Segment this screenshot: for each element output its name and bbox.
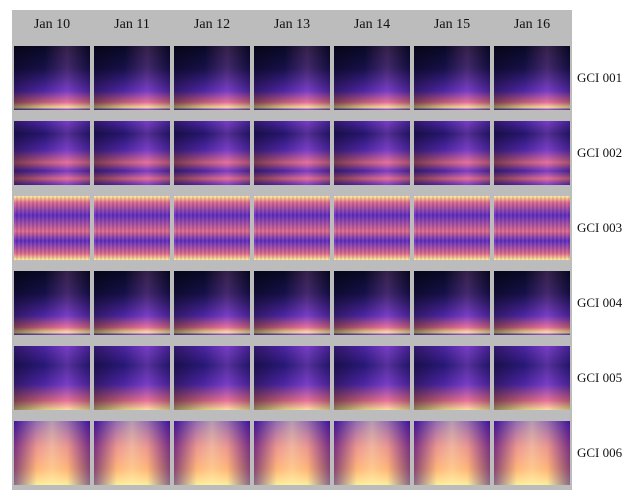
gci-row <box>12 265 572 340</box>
row-label: GCI 003 <box>577 219 623 235</box>
date-header-label: Jan 11 <box>114 17 150 32</box>
spectrogram-panel <box>174 420 250 485</box>
date-header-label: Jan 10 <box>33 17 71 32</box>
gci-row <box>12 190 572 265</box>
spectrogram-panel <box>174 345 250 410</box>
spectrogram-panel <box>174 195 250 260</box>
spectrogram-panel <box>254 270 330 335</box>
spectrogram-panel <box>414 270 490 335</box>
spectrogram-panel <box>14 420 90 485</box>
spectrogram-panel <box>174 45 250 110</box>
spectrogram-grid <box>12 40 572 490</box>
spectrogram-panel <box>254 195 330 260</box>
spectrogram-panel <box>334 195 410 260</box>
spectrogram-panel <box>174 270 250 335</box>
spectrogram-panel <box>94 345 170 410</box>
row-label: GCI 001 <box>577 69 623 85</box>
spectrogram-panel <box>14 270 90 335</box>
spectrogram-panel <box>334 45 410 110</box>
spectrogram-panel <box>494 45 570 110</box>
spectrogram-panel <box>14 120 90 185</box>
date-header: Jan 10 Jan 11 Jan 12 Jan 13 Jan 14 Jan 15 Jan … <box>12 10 572 40</box>
date-header-label: Jan 16 <box>513 17 551 32</box>
spectrogram-panel <box>414 420 490 485</box>
date-header-label: Jan 12 <box>193 17 231 32</box>
spectrogram-panel <box>414 195 490 260</box>
spectrogram-panel <box>494 345 570 410</box>
spectrogram-panel <box>254 120 330 185</box>
spectrogram-panel <box>334 420 410 485</box>
spectrogram-panel <box>94 45 170 110</box>
gci-row <box>12 40 572 115</box>
spectrogram-panel <box>334 345 410 410</box>
spectrogram-panel <box>94 420 170 485</box>
row-label: GCI 006 <box>577 444 623 460</box>
spectrogram-panel <box>494 420 570 485</box>
date-header-label: Jan 14 <box>353 17 391 32</box>
spectrogram-panel <box>14 195 90 260</box>
date-header-label: Jan 13 <box>273 17 311 32</box>
spectrogram-panel <box>94 270 170 335</box>
spectrogram-panel <box>254 420 330 485</box>
gci-row <box>12 115 572 190</box>
spectrogram-panel <box>494 270 570 335</box>
spectrogram-panel <box>94 120 170 185</box>
gci-row <box>12 340 572 415</box>
date-header-label: Jan 15 <box>433 17 471 32</box>
spectrogram-panel <box>94 195 170 260</box>
spectrogram-panel <box>334 120 410 185</box>
spectrogram-panel <box>174 120 250 185</box>
spectrogram-panel <box>334 270 410 335</box>
spectrogram-panel <box>414 120 490 185</box>
row-label: GCI 002 <box>577 144 623 160</box>
spectrogram-panel <box>14 345 90 410</box>
spectrogram-figure: Jan 10 Jan 11 Jan 12 Jan 13 Jan 14 Jan 15 Jan … <box>12 10 632 490</box>
spectrogram-panel <box>14 45 90 110</box>
row-label: GCI 004 <box>577 294 623 310</box>
spectrogram-panel <box>414 345 490 410</box>
spectrogram-panel <box>254 345 330 410</box>
row-label: GCI 005 <box>577 369 623 385</box>
gci-row <box>12 415 572 490</box>
spectrogram-panel <box>414 45 490 110</box>
spectrogram-panel <box>494 195 570 260</box>
spectrogram-panel <box>254 45 330 110</box>
spectrogram-panel <box>494 120 570 185</box>
